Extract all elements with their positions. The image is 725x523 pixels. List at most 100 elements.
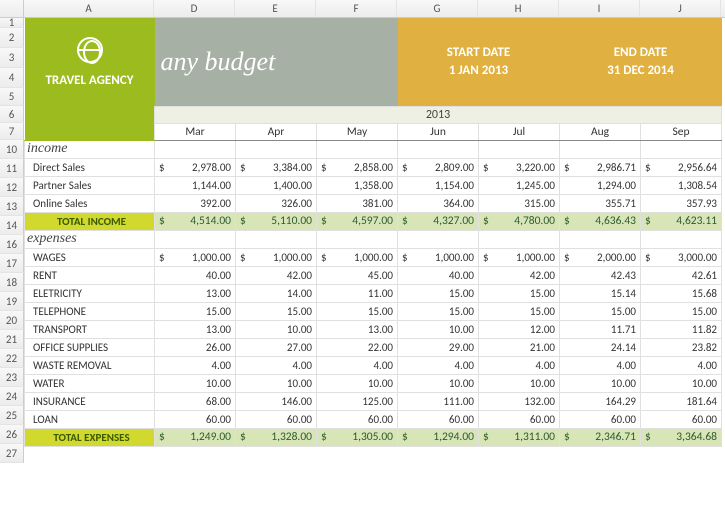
cell[interactable]: 13.00 xyxy=(155,284,236,302)
cell[interactable]: 24.14 xyxy=(560,338,641,356)
cell[interactable]: 10.00 xyxy=(479,374,560,392)
cell[interactable]: 4.00 xyxy=(236,356,317,374)
row-label[interactable]: WASTE REMOVAL xyxy=(25,356,155,374)
cell[interactable]: 1,000.00 xyxy=(398,248,479,266)
cell[interactable]: 45.00 xyxy=(317,266,398,284)
cell[interactable]: 60.00 xyxy=(641,410,722,428)
row-header-20[interactable]: 20 xyxy=(0,311,24,330)
row-label[interactable]: ELETRICITY xyxy=(25,284,155,302)
cell[interactable]: 13.00 xyxy=(317,320,398,338)
row-header-26[interactable]: 26 xyxy=(0,425,24,444)
cell[interactable]: 4.00 xyxy=(317,356,398,374)
row-label[interactable]: OFFICE SUPPLIES xyxy=(25,338,155,356)
cell[interactable]: 10.00 xyxy=(560,374,641,392)
cell[interactable]: 381.00 xyxy=(317,194,398,212)
cell[interactable]: 125.00 xyxy=(317,392,398,410)
col-header-E[interactable]: E xyxy=(235,0,316,17)
cell[interactable]: 3,220.00 xyxy=(479,158,560,176)
row-header-13[interactable]: 13 xyxy=(0,197,24,216)
month-cell[interactable]: Aug xyxy=(560,123,641,140)
cell[interactable]: 1,000.00 xyxy=(236,248,317,266)
total-cell[interactable]: 4,636.43 xyxy=(560,212,641,230)
cell[interactable]: 11.71 xyxy=(560,320,641,338)
cell[interactable]: 40.00 xyxy=(155,266,236,284)
cell[interactable]: 2,000.00 xyxy=(560,248,641,266)
cell[interactable]: 1,294.00 xyxy=(560,176,641,194)
cell[interactable]: 326.00 xyxy=(236,194,317,212)
cell[interactable]: 60.00 xyxy=(560,410,641,428)
row-header-16[interactable]: 16 xyxy=(0,235,24,254)
cell[interactable]: 10.00 xyxy=(398,320,479,338)
cell[interactable]: 15.00 xyxy=(317,302,398,320)
col-header-D[interactable]: D xyxy=(154,0,235,17)
cell[interactable]: 68.00 xyxy=(155,392,236,410)
cell[interactable]: 11.82 xyxy=(641,320,722,338)
row-label[interactable]: TRANSPORT xyxy=(25,320,155,338)
total-cell[interactable]: 1,294.00 xyxy=(398,428,479,446)
total-cell[interactable]: 4,327.00 xyxy=(398,212,479,230)
col-header-I[interactable]: I xyxy=(559,0,640,17)
cell[interactable]: 2,858.00 xyxy=(317,158,398,176)
row-header-19[interactable]: 19 xyxy=(0,292,24,311)
cell[interactable]: 357.93 xyxy=(641,194,722,212)
month-cell[interactable]: Jun xyxy=(398,123,479,140)
cell[interactable]: 60.00 xyxy=(317,410,398,428)
total-cell[interactable]: 4,780.00 xyxy=(479,212,560,230)
cell[interactable]: 4.00 xyxy=(155,356,236,374)
col-header-G[interactable]: G xyxy=(397,0,478,17)
cell[interactable]: 181.64 xyxy=(641,392,722,410)
cell[interactable]: 10.00 xyxy=(155,374,236,392)
total-cell[interactable]: 3,364.68 xyxy=(641,428,722,446)
row-header-2[interactable]: 2 xyxy=(0,28,24,48)
cell[interactable]: 392.00 xyxy=(155,194,236,212)
total-label[interactable]: TOTAL EXPENSES xyxy=(25,428,155,446)
cell[interactable]: 2,956.64 xyxy=(641,158,722,176)
cell[interactable]: 42.00 xyxy=(479,266,560,284)
cell[interactable]: 12.00 xyxy=(479,320,560,338)
cell[interactable]: 164.29 xyxy=(560,392,641,410)
row-header-11[interactable]: 11 xyxy=(0,159,24,178)
row-label[interactable]: WAGES xyxy=(25,248,155,266)
grid-area[interactable]: TRAVEL AGENCY any budget START DATE 1 JA… xyxy=(24,18,722,447)
cell[interactable]: 60.00 xyxy=(155,410,236,428)
cell[interactable]: 1,000.00 xyxy=(317,248,398,266)
cell[interactable]: 10.00 xyxy=(236,374,317,392)
cell[interactable]: 13.00 xyxy=(155,320,236,338)
cell[interactable]: 4.00 xyxy=(560,356,641,374)
cell[interactable]: 22.00 xyxy=(317,338,398,356)
cell[interactable]: 4.00 xyxy=(479,356,560,374)
select-all-corner[interactable] xyxy=(0,0,24,17)
cell[interactable]: 10.00 xyxy=(236,320,317,338)
cell[interactable]: 132.00 xyxy=(479,392,560,410)
cell[interactable]: 42.00 xyxy=(236,266,317,284)
cell[interactable]: 60.00 xyxy=(479,410,560,428)
cell[interactable]: 364.00 xyxy=(398,194,479,212)
row-label[interactable]: WATER xyxy=(25,374,155,392)
cell[interactable]: 60.00 xyxy=(398,410,479,428)
cell[interactable]: 15.00 xyxy=(479,284,560,302)
total-label[interactable]: TOTAL INCOME xyxy=(25,212,155,230)
cell[interactable]: 1,245.00 xyxy=(479,176,560,194)
cell[interactable]: 10.00 xyxy=(317,374,398,392)
cell[interactable]: 1,144.00 xyxy=(155,176,236,194)
cell[interactable]: 26.00 xyxy=(155,338,236,356)
row-header-24[interactable]: 24 xyxy=(0,387,24,406)
cell[interactable]: 10.00 xyxy=(641,374,722,392)
row-header-10[interactable]: 10 xyxy=(0,140,24,159)
cell[interactable]: 15.00 xyxy=(398,302,479,320)
cell[interactable]: 10.00 xyxy=(398,374,479,392)
cell[interactable]: 355.71 xyxy=(560,194,641,212)
col-header-A[interactable]: A xyxy=(24,0,154,17)
cell[interactable]: 11.00 xyxy=(317,284,398,302)
cell[interactable]: 42.43 xyxy=(560,266,641,284)
cell[interactable]: 4.00 xyxy=(641,356,722,374)
row-header-25[interactable]: 25 xyxy=(0,406,24,425)
row-header-1[interactable]: 1 xyxy=(0,18,24,28)
row-header-6[interactable]: 6 xyxy=(0,106,24,123)
row-header-27[interactable]: 27 xyxy=(0,444,24,463)
cell[interactable]: 1,400.00 xyxy=(236,176,317,194)
month-cell[interactable]: Jul xyxy=(479,123,560,140)
cell[interactable]: 15.00 xyxy=(398,284,479,302)
cell[interactable]: 14.00 xyxy=(236,284,317,302)
cell[interactable]: 15.00 xyxy=(560,302,641,320)
